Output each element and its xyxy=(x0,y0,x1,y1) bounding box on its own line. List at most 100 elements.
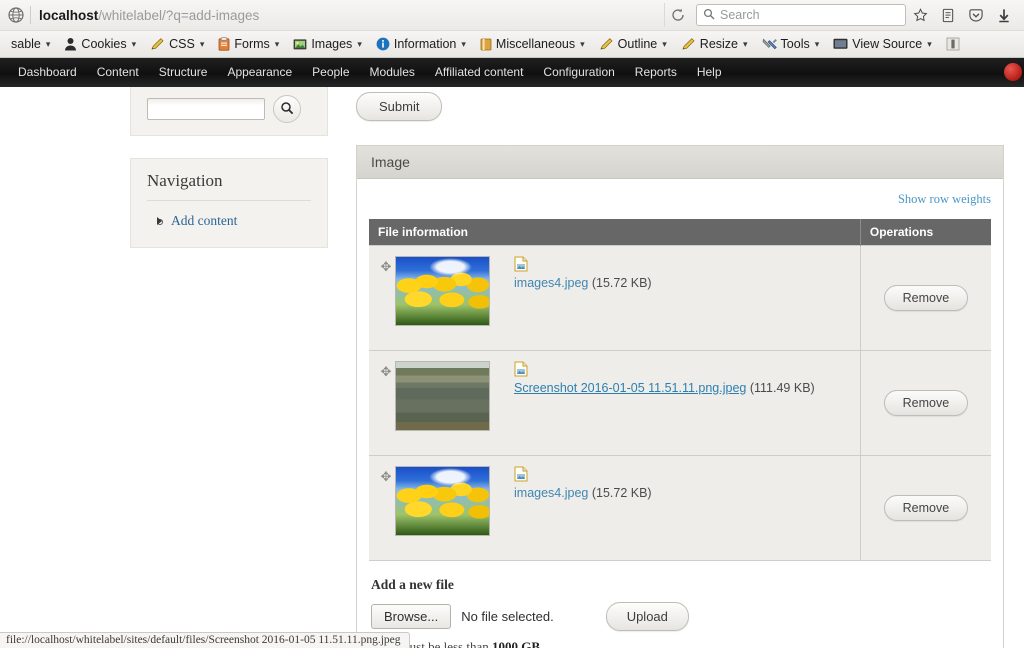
remove-button[interactable]: Remove xyxy=(883,285,969,311)
admin-menu-item-structure[interactable]: Structure xyxy=(149,58,218,87)
pocket-icon[interactable] xyxy=(962,3,990,27)
devtool-label: Miscellaneous xyxy=(495,37,576,51)
devtool-label: Resize xyxy=(699,37,739,51)
table-header-row: File information Operations xyxy=(369,219,991,246)
file-size: (111.49 KB) xyxy=(749,381,815,395)
size-help-suffix: . xyxy=(540,639,544,648)
file-line: images4.jpeg (15.72 KB) xyxy=(514,486,852,500)
add-new-file-section: Add a new file Browse... No file selecte… xyxy=(369,577,991,648)
devtool-label: Outline xyxy=(617,37,658,51)
nav-item-add-content[interactable]: Add content xyxy=(157,211,311,231)
submit-button[interactable]: Submit xyxy=(356,92,443,121)
file-input-row: Browse... No file selected. Upload xyxy=(371,602,991,631)
chevron-down-icon: ▾ xyxy=(743,38,748,49)
admin-menu-item-reports[interactable]: Reports xyxy=(625,58,687,87)
table-row: ✥ xyxy=(369,350,991,456)
devtool-item-images[interactable]: Images ▾ xyxy=(286,31,369,57)
devtool-item-measure[interactable] xyxy=(939,31,971,57)
devtool-item-css[interactable]: CSS ▾ xyxy=(143,31,211,57)
devtool-label: Forms xyxy=(234,37,270,51)
reader-mode-icon[interactable] xyxy=(934,3,962,27)
url-divider xyxy=(30,6,31,24)
devtool-item-outline[interactable]: Outline ▾ xyxy=(592,31,674,57)
nav-item-label[interactable]: Add content xyxy=(171,213,237,228)
file-link[interactable]: Screenshot 2016-01-05 11.51.11.png.jpeg xyxy=(514,381,746,395)
navigation-block: Navigation Add content xyxy=(130,158,328,248)
admin-menu-item-modules[interactable]: Modules xyxy=(360,58,425,87)
devtool-item-tools[interactable]: Tools ▾ xyxy=(755,31,827,57)
chevron-down-icon: ▾ xyxy=(131,38,137,49)
admin-menu-item-appearance[interactable]: Appearance xyxy=(217,58,302,87)
file-link[interactable]: images4.jpeg xyxy=(514,276,588,290)
remove-button[interactable]: Remove xyxy=(883,390,969,416)
fieldset-body: Show row weights File information Operat… xyxy=(357,179,1003,648)
drag-handle-icon[interactable]: ✥ xyxy=(377,365,395,378)
devtool-label: View Source xyxy=(852,37,923,51)
row-weights-row: Show row weights xyxy=(369,189,991,219)
browse-button[interactable]: Browse... xyxy=(371,604,452,629)
site-search-input[interactable] xyxy=(147,98,265,120)
admin-menu-item-configuration[interactable]: Configuration xyxy=(533,58,624,87)
devtool-label: Images xyxy=(311,37,353,51)
add-file-label: Add a new file xyxy=(371,577,454,592)
file-link[interactable]: images4.jpeg xyxy=(514,486,588,500)
admin-menu-item-dashboard[interactable]: Dashboard xyxy=(8,58,87,87)
page-body: Navigation Add content Submit Image Show… xyxy=(0,87,1024,648)
size-help-value: 1000 GB xyxy=(491,639,541,648)
reload-icon[interactable] xyxy=(664,3,690,27)
devtool-item-forms[interactable]: Forms ▾ xyxy=(211,31,286,57)
devtool-item-cookies[interactable]: Cookies ▾ xyxy=(57,31,143,57)
upload-button[interactable]: Upload xyxy=(605,602,689,631)
admin-menu-item-help[interactable]: Help xyxy=(687,58,732,87)
drag-handle-icon[interactable]: ✥ xyxy=(377,260,395,273)
forms-clipboard-icon xyxy=(218,37,230,51)
devtool-item-information[interactable]: Information ▾ xyxy=(369,31,473,57)
show-row-weights-link[interactable]: Show row weights xyxy=(898,192,991,206)
cookies-person-icon xyxy=(64,37,77,51)
resize-pencil-icon xyxy=(681,37,696,51)
admin-menu-item-people[interactable]: People xyxy=(302,58,359,87)
navigation-list: Add content xyxy=(147,211,311,231)
chevron-down-icon: ▾ xyxy=(461,38,466,49)
file-table: File information Operations ✥ images4.jp… xyxy=(369,219,991,561)
measure-ruler-icon xyxy=(946,37,960,51)
devtool-item-resize[interactable]: Resize ▾ xyxy=(674,31,755,57)
search-icon xyxy=(280,101,294,118)
browser-search-input[interactable]: Search xyxy=(696,4,906,26)
url-input[interactable]: localhost/whitelabel/?q=add-images xyxy=(39,3,664,27)
file-information-cell: ✥ xyxy=(369,455,861,561)
admin-menu-item-content[interactable]: Content xyxy=(87,58,149,87)
chevron-down-icon: ▾ xyxy=(814,38,820,49)
bookmark-star-icon[interactable] xyxy=(906,3,934,27)
site-search-button[interactable] xyxy=(273,95,301,123)
devtool-label: CSS xyxy=(169,37,195,51)
file-line: images4.jpeg (15.72 KB) xyxy=(514,276,852,290)
fieldset-legend: Image xyxy=(357,146,1003,179)
operations-cell: Remove xyxy=(860,455,991,561)
notification-dot[interactable] xyxy=(1004,63,1022,81)
admin-menu-item-affiliated-content[interactable]: Affiliated content xyxy=(425,58,534,87)
drag-handle-icon[interactable]: ✥ xyxy=(377,470,395,483)
images-picture-icon xyxy=(293,38,307,51)
remove-button[interactable]: Remove xyxy=(883,495,969,521)
chevron-down-icon: ▾ xyxy=(274,38,280,49)
sidebar: Navigation Add content xyxy=(130,87,328,248)
operations-cell: Remove xyxy=(860,245,991,351)
css-pencil-icon xyxy=(150,37,165,51)
chevron-down-icon: ▾ xyxy=(199,38,205,49)
table-row: ✥ xyxy=(369,245,991,351)
status-bar: file://localhost/whitelabel/sites/defaul… xyxy=(0,632,410,648)
downloads-icon[interactable] xyxy=(990,3,1018,27)
no-file-selected-text: No file selected. xyxy=(461,609,554,624)
url-bar[interactable]: localhost/whitelabel/?q=add-images Searc… xyxy=(0,0,1024,30)
miscellaneous-book-icon xyxy=(480,38,492,51)
web-developer-toolbar: sable ▾ Cookies ▾ CSS ▾ Forms ▾ Images ▾… xyxy=(0,30,1024,57)
devtool-item-view-source[interactable]: View Source ▾ xyxy=(826,31,938,57)
column-header-file-information: File information xyxy=(369,219,861,246)
navigation-title: Navigation xyxy=(147,171,311,201)
browser-chrome: localhost/whitelabel/?q=add-images Searc… xyxy=(0,0,1024,58)
devtool-item-disable[interactable]: sable ▾ xyxy=(0,31,57,57)
url-path: /whitelabel/?q=add-images xyxy=(98,7,260,23)
chevron-down-icon: ▾ xyxy=(580,38,585,49)
devtool-item-miscellaneous[interactable]: Miscellaneous ▾ xyxy=(473,31,592,57)
